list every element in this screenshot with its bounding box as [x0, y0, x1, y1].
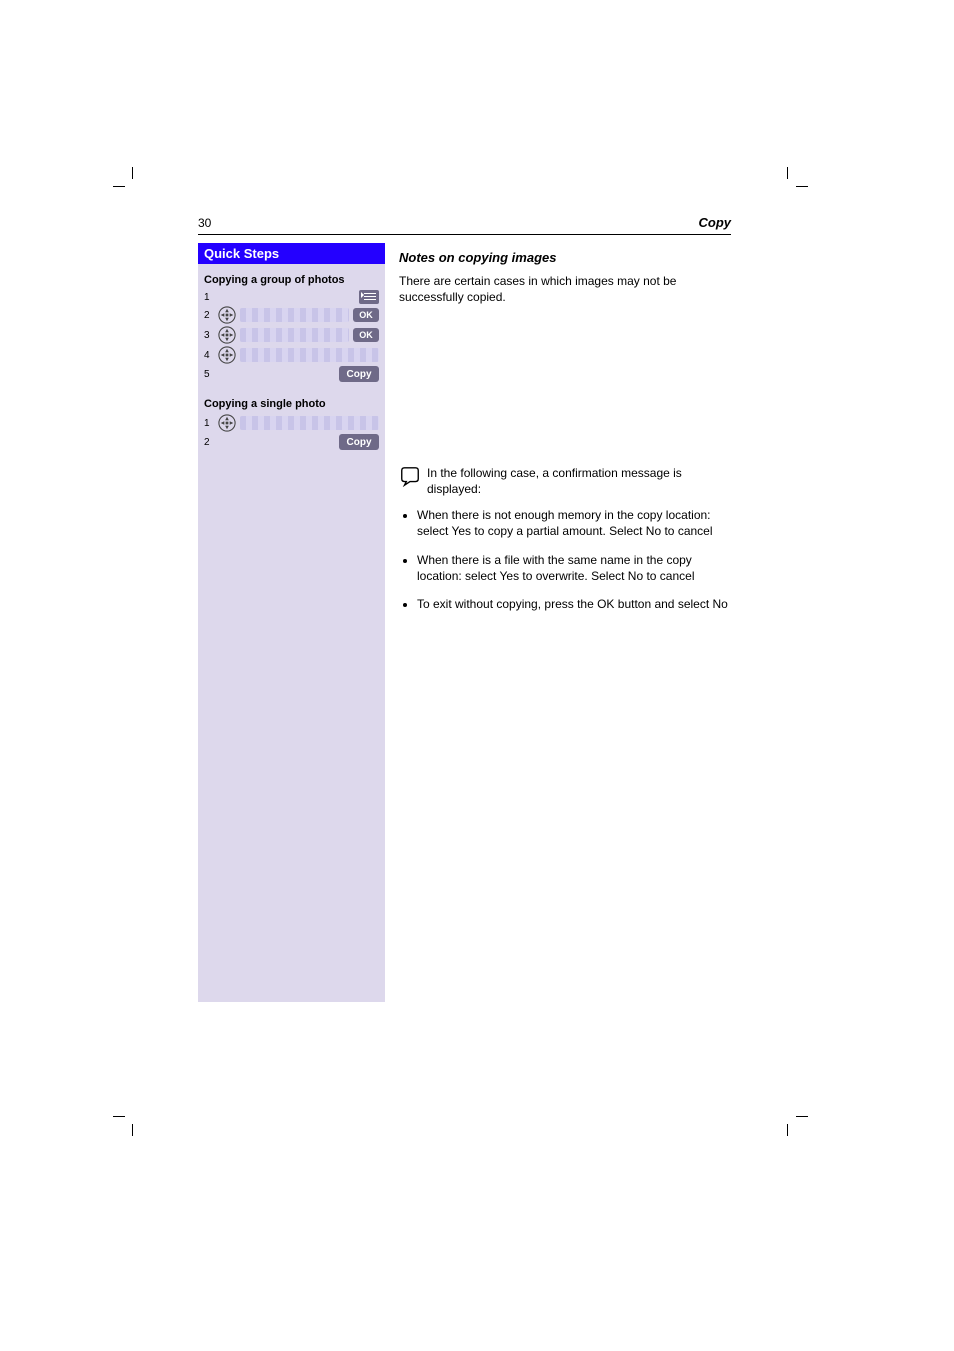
step-number: 4: [204, 350, 216, 361]
bullet-list: When there is not enough memory in the c…: [417, 507, 731, 612]
step-number: 1: [204, 418, 216, 429]
main-content: Notes on copying images There are certai…: [399, 243, 731, 1002]
page-root: 30 Copy Quick Steps Copying a group of p…: [198, 215, 731, 1002]
step-field: [240, 308, 349, 322]
content-row: Quick Steps Copying a group of photos 1 …: [198, 243, 731, 1002]
step-number: 3: [204, 330, 216, 341]
quick-steps-block: Copying a group of photos 1 2 OK 3: [198, 270, 385, 394]
dpad-icon[interactable]: [218, 326, 236, 344]
quick-steps-block: Copying a single photo 1 2 Copy: [198, 394, 385, 462]
step-field: [240, 348, 379, 362]
page-header: 30 Copy: [198, 215, 731, 235]
copy-button[interactable]: Copy: [339, 366, 379, 382]
quick-steps-panel: Quick Steps Copying a group of photos 1 …: [198, 243, 385, 1002]
note-row: In the following case, a confirmation me…: [399, 465, 731, 497]
menu-icon[interactable]: [359, 290, 379, 304]
section-title: Copy: [699, 215, 732, 230]
quick-steps-title: Quick Steps: [198, 243, 385, 264]
step-row: 4: [204, 346, 379, 364]
list-item: To exit without copying, press the OK bu…: [417, 596, 731, 612]
dpad-icon[interactable]: [218, 306, 236, 324]
step-number: 2: [204, 310, 216, 321]
main-heading: Notes on copying images: [399, 249, 731, 267]
dpad-icon[interactable]: [218, 414, 236, 432]
page-number: 30: [198, 216, 211, 230]
main-paragraph: There are certain cases in which images …: [399, 273, 731, 305]
note-icon: [399, 465, 421, 491]
ok-button[interactable]: OK: [353, 328, 379, 342]
note-lead-text: In the following case, a confirmation me…: [427, 465, 731, 497]
dpad-icon[interactable]: [218, 346, 236, 364]
step-row: 5 Copy: [204, 366, 379, 382]
list-item: When there is not enough memory in the c…: [417, 507, 731, 539]
step-field: [240, 328, 349, 342]
step-row: 1: [204, 414, 379, 432]
quick-steps-heading: Copying a group of photos: [204, 274, 379, 286]
step-row: 2 OK: [204, 306, 379, 324]
ok-button[interactable]: OK: [353, 308, 379, 322]
copy-button[interactable]: Copy: [339, 434, 379, 450]
list-item: When there is a file with the same name …: [417, 552, 731, 584]
step-number: 2: [204, 437, 216, 448]
quick-steps-heading: Copying a single photo: [204, 398, 379, 410]
step-number: 1: [204, 292, 216, 303]
step-field: [240, 416, 379, 430]
step-number: 5: [204, 369, 216, 380]
step-row: 3 OK: [204, 326, 379, 344]
step-row: 2 Copy: [204, 434, 379, 450]
step-row: 1: [204, 290, 379, 304]
